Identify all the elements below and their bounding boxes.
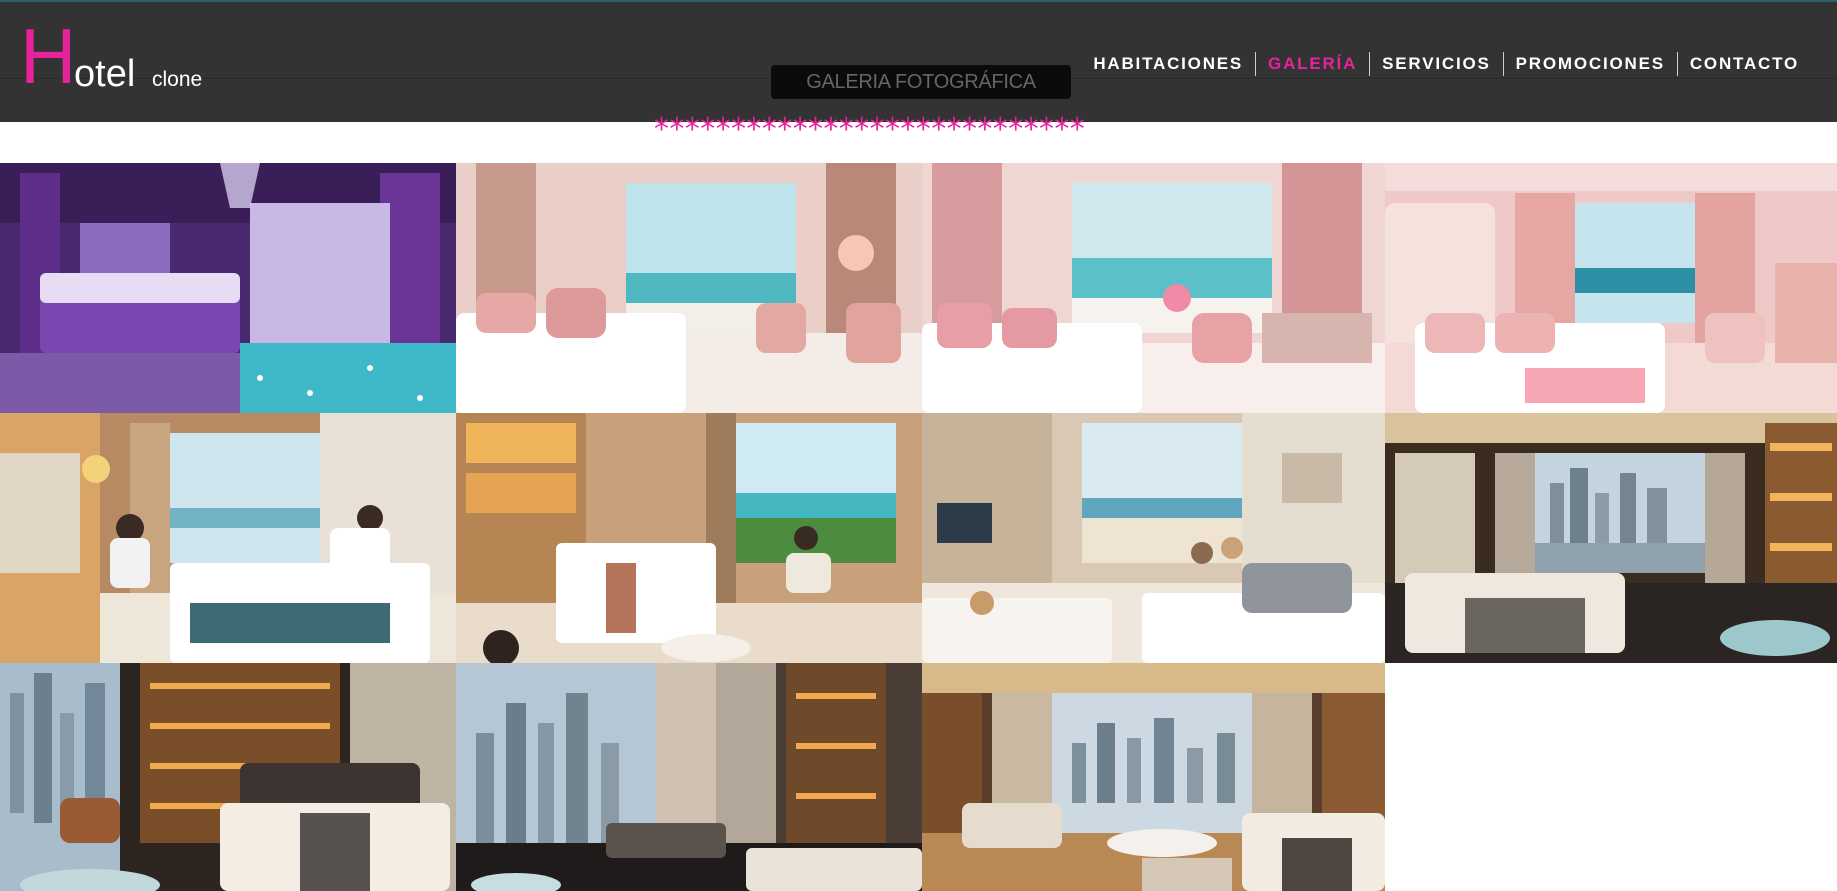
gallery-photo-2[interactable] — [456, 163, 922, 413]
nav-item-habitaciones[interactable]: HABITACIONES — [1081, 52, 1255, 76]
nav-item-galeria[interactable]: GALERÍA — [1255, 52, 1369, 76]
nav-item-servicios[interactable]: SERVICIOS — [1369, 52, 1502, 76]
page-title: GALERIA FOTOGRÁFICA — [771, 65, 1071, 99]
logo-initial: H — [20, 12, 77, 100]
nav-item-promociones[interactable]: PROMOCIONES — [1502, 52, 1677, 76]
gallery-photo-6[interactable] — [456, 413, 922, 663]
main-nav: HABITACIONES GALERÍA SERVICIOS PROMOCION… — [1081, 52, 1811, 76]
gallery-photo-9[interactable] — [0, 663, 456, 891]
gallery-photo-7[interactable] — [922, 413, 1385, 663]
nav-item-contacto[interactable]: CONTACTO — [1676, 52, 1811, 76]
gallery-photo-1[interactable] — [0, 163, 456, 413]
site-header: H otel clone GALERIA FOTOGRÁFICA HABITAC… — [0, 0, 1837, 122]
decorative-divider: **************************** — [654, 112, 1086, 147]
gallery-photo-8[interactable] — [1385, 413, 1837, 663]
photo-gallery — [0, 163, 1837, 891]
gallery-photo-4[interactable] — [1385, 163, 1837, 413]
gallery-photo-10[interactable] — [456, 663, 922, 891]
gallery-photo-3[interactable] — [922, 163, 1385, 413]
gallery-photo-5[interactable] — [0, 413, 456, 663]
gallery-photo-11[interactable] — [922, 663, 1385, 891]
logo-suffix: clone — [152, 68, 203, 91]
logo-name: otel — [74, 53, 136, 95]
